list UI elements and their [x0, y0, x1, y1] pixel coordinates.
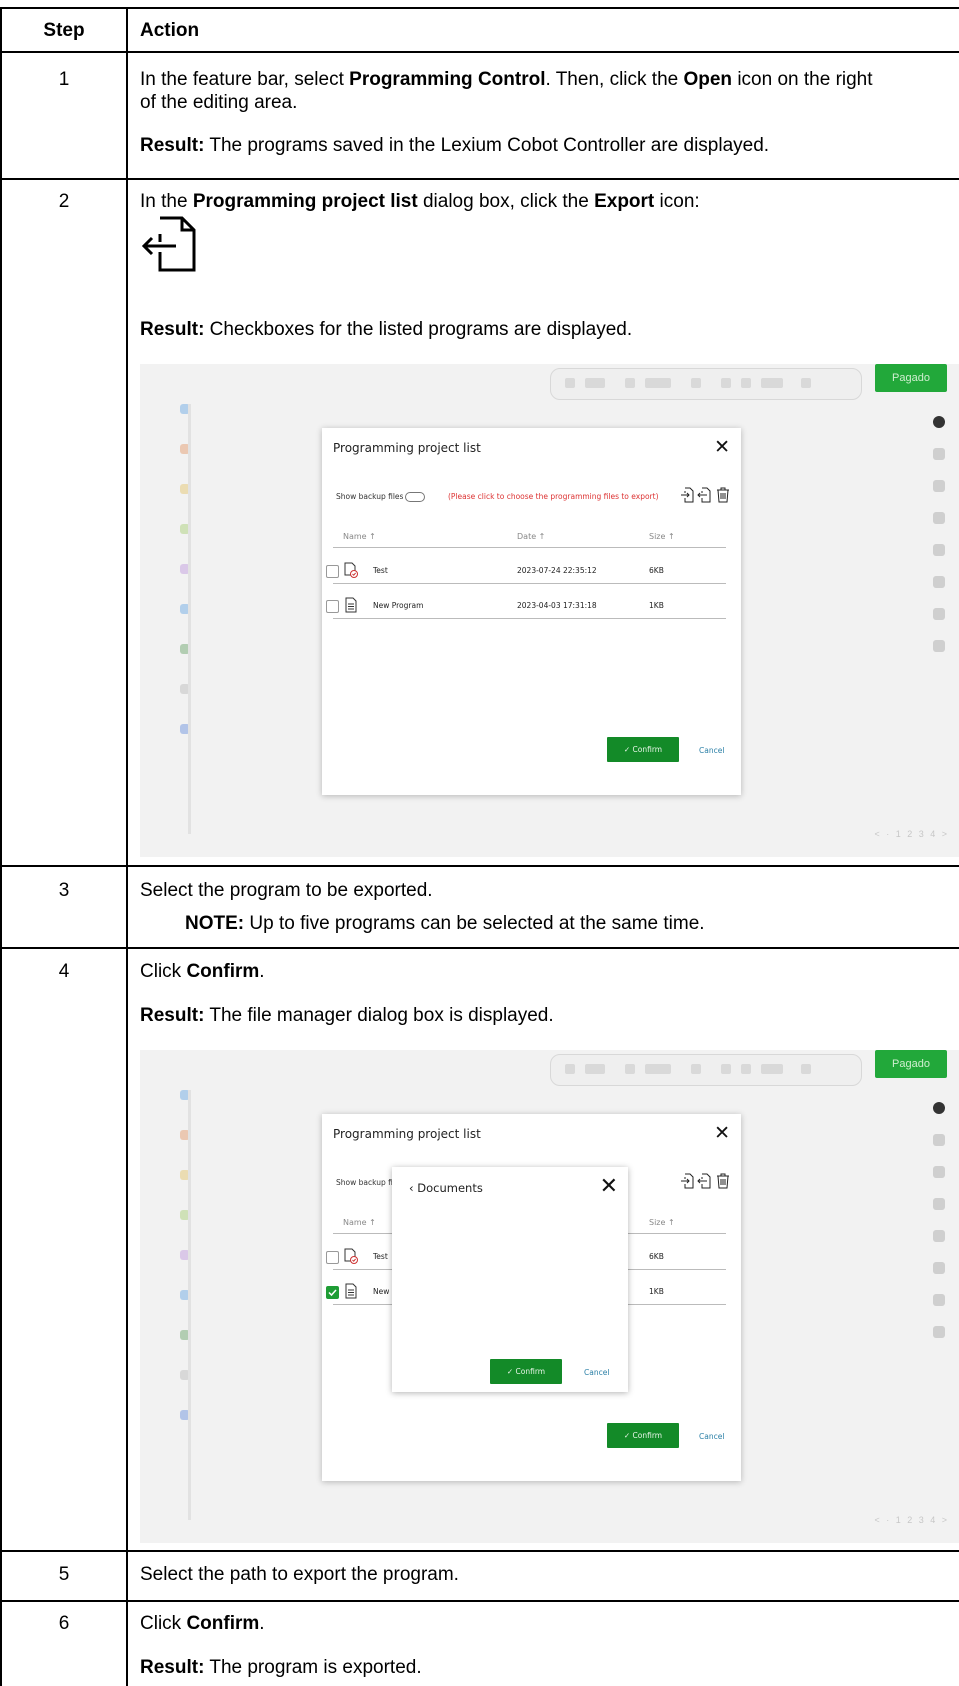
app-right-tools [933, 416, 945, 672]
column-date[interactable]: Date ↑ [517, 532, 545, 541]
rule-r1 [0, 178, 959, 180]
app-sidebar [170, 1090, 198, 1450]
step-2-result: Result: Checkboxes for the listed progra… [140, 319, 633, 340]
file-size: 6KB [649, 1252, 664, 1261]
file-icon [345, 1283, 357, 1299]
import-icon[interactable] [680, 1173, 694, 1189]
file-checkbox[interactable] [326, 1251, 339, 1264]
file-check-icon [344, 562, 358, 578]
check-icon [328, 1289, 337, 1297]
trash-icon[interactable] [716, 1173, 730, 1189]
dialog-title: Programming project list [333, 1127, 481, 1141]
show-backup-toggle[interactable]: Show backup files [336, 492, 426, 502]
project-list-dialog: Programming project list ✕ Show backup f… [322, 428, 741, 795]
step-1-result: Result: The programs saved in the Lexium… [140, 135, 770, 156]
file-size: 1KB [649, 601, 664, 610]
column-name[interactable]: Name ↑ [343, 532, 376, 541]
file-name[interactable]: Test [373, 566, 388, 575]
step-1-instruction-cont: of the editing area. [140, 92, 298, 113]
file-name[interactable]: New Program [373, 601, 423, 610]
step-number-2: 2 [58, 191, 70, 212]
cancel-button[interactable]: Cancel [584, 1368, 609, 1377]
step-3-instruction: Select the program to be exported. [140, 880, 433, 901]
column-name[interactable]: Name ↑ [343, 1218, 376, 1227]
file-date: 2023-04-03 17:31:18 [517, 601, 597, 610]
file-checkbox[interactable] [326, 565, 339, 578]
step-number-6: 6 [58, 1613, 70, 1634]
app-top-button[interactable]: Pagado [875, 364, 947, 392]
file-size: 6KB [649, 566, 664, 575]
cancel-button[interactable]: Cancel [699, 746, 724, 755]
step-6-instruction: Click Confirm. [140, 1613, 265, 1634]
column-size[interactable]: Size ↑ [649, 1218, 675, 1227]
dialog-title: Programming project list [333, 441, 481, 455]
step-3-note: NOTE: Up to five programs can be selecte… [185, 913, 705, 934]
close-icon[interactable]: ✕ [714, 436, 730, 458]
export-hint: (Please click to choose the programming … [448, 492, 659, 501]
app-sidebar [170, 404, 198, 764]
confirm-button[interactable]: ✓ Confirm [607, 737, 679, 762]
procedure-table: Step Action 1 In the feature bar, select… [0, 0, 959, 1686]
app-toolbar [550, 368, 862, 400]
rule-col [126, 7, 128, 1686]
file-checkbox-checked[interactable] [326, 1286, 339, 1299]
rule-r5 [0, 1600, 959, 1602]
trash-icon[interactable] [716, 487, 730, 503]
rule-r2 [0, 865, 959, 867]
rule-left [0, 7, 2, 1686]
confirm-button[interactable]: ✓ Confirm [607, 1423, 679, 1448]
step-2-instruction: In the Programming project list dialog b… [140, 191, 700, 212]
step-4-result: Result: The file manager dialog box is d… [140, 1005, 554, 1026]
file-checkbox[interactable] [326, 600, 339, 613]
app-toolbar [550, 1054, 862, 1086]
step-number-5: 5 [58, 1564, 70, 1585]
app-right-tools [933, 1102, 945, 1358]
step-number-3: 3 [58, 880, 70, 901]
export-icon[interactable] [697, 487, 711, 503]
app-top-button[interactable]: Pagado [875, 1050, 947, 1078]
app-pagination: < · 1 2 3 4 > [874, 829, 949, 839]
file-check-icon [344, 1248, 358, 1264]
screenshot-project-list: Pagado < · 1 2 3 4 > Programming project… [140, 364, 959, 857]
file-date: 2023-07-24 22:35:12 [517, 566, 597, 575]
column-size[interactable]: Size ↑ [649, 532, 675, 541]
step-number-4: 4 [58, 961, 70, 982]
file-manager-title[interactable]: ‹ Documents [409, 1181, 483, 1195]
file-size: 1KB [649, 1287, 664, 1296]
close-icon[interactable]: ✕ [600, 1174, 618, 1199]
cancel-button[interactable]: Cancel [699, 1432, 724, 1441]
export-icon [141, 216, 196, 272]
screenshot-file-manager: Pagado < · 1 2 3 4 > Programming project… [140, 1050, 959, 1543]
close-icon[interactable]: ✕ [714, 1122, 730, 1144]
header-action: Action [140, 20, 200, 41]
rule-top [0, 7, 959, 9]
step-5-instruction: Select the path to export the program. [140, 1564, 459, 1585]
step-6-result: Result: The program is exported. [140, 1657, 422, 1678]
import-icon[interactable] [680, 487, 694, 503]
file-manager-dialog: ‹ Documents ✕ ✓ Confirm Cancel [392, 1167, 628, 1392]
export-icon[interactable] [697, 1173, 711, 1189]
rule-r3 [0, 947, 959, 949]
rule-r4 [0, 1550, 959, 1552]
file-name[interactable]: Test [373, 1252, 388, 1261]
app-pagination: < · 1 2 3 4 > [874, 1515, 949, 1525]
header-step: Step [43, 20, 85, 41]
step-4-instruction: Click Confirm. [140, 961, 265, 982]
file-icon [345, 597, 357, 613]
rule-header [0, 51, 959, 53]
step-number-1: 1 [58, 69, 70, 90]
confirm-button[interactable]: ✓ Confirm [490, 1359, 562, 1384]
step-1-instruction: In the feature bar, select Programming C… [140, 69, 873, 90]
